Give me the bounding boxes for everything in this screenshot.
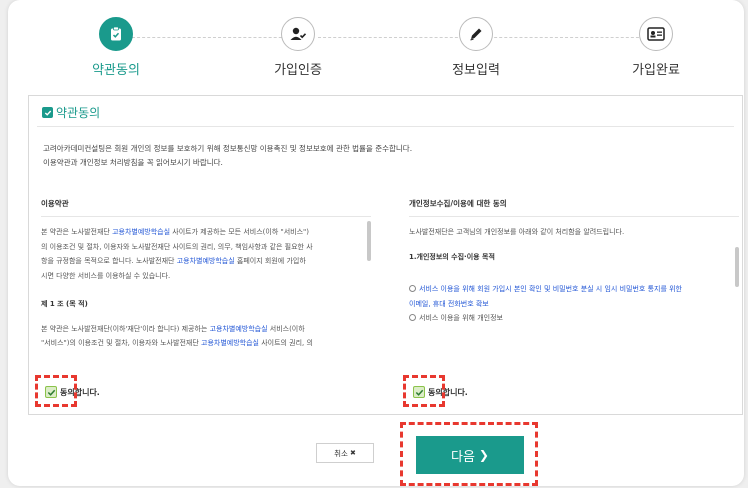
close-icon: ✖ [349,449,356,457]
scrollbar[interactable] [735,247,739,287]
next-button[interactable]: 다음 ❯ [416,436,524,474]
privacy-paragraph: 노사발전재단은 고객님의 개인정보를 아래와 같이 처리함을 알려드립니다. [409,228,625,236]
cancel-label: 취소 [334,448,348,458]
check-icon [42,107,53,118]
cancel-button[interactable]: 취소 ✖ [316,443,374,463]
id-card-icon [639,17,673,51]
intro-text: 고려아카데미컨설팅은 회원 개인의 정보를 보호하기 위해 정보통신망 이용촉진… [43,142,412,170]
intro-line: 고려아카데미컨설팅은 회원 개인의 정보를 보호하기 위해 정보통신망 이용촉진… [43,144,413,153]
step-info: 정보입력 [416,17,536,78]
terms-scrollbox[interactable]: 본 약관은 노사발전재단 고용차별예방학습실 사이트가 제공하는 모든 서비스(… [41,217,371,377]
chevron-right-icon: ❯ [478,448,489,462]
privacy-option: 서비스 이용을 위해 회원 가입시 본인 확인 및 비밀번호 분실 시 임시 비… [409,282,731,297]
intro-line: 이용약관과 개인정보 처리방침을 꼭 읽어보시기 바랍니다. [43,158,223,167]
privacy-option: 이메일, 휴대 전화번호 확보 [409,299,489,308]
terms-paragraph: 본 약관은 노사발전재단(이하'재단'이라 합니다) 제공하는 고용차별예방학습… [41,324,305,333]
terms-paragraph: 본 약관은 노사발전재단 고용차별예방학습실 사이트가 제공하는 모든 서비스(… [41,228,309,236]
privacy-subheading: 1.개인정보의 수집·이용 목적 [409,252,495,261]
radio-icon [409,314,416,321]
step-label: 약관동의 [92,63,140,78]
clipboard-check-icon [99,17,133,51]
step-indicator: 약관동의 가입인증 정보입력 가입완료 [8,0,744,86]
terms-panel: 약관동의 고려아카데미컨설팅은 회원 개인의 정보를 보호하기 위해 정보통신망… [28,95,743,415]
terms-paragraph: 시면 다양한 서비스를 이용하실 수 있습니다. [41,271,171,280]
terms-of-use-section: 이용약관 본 약관은 노사발전재단 고용차별예방학습실 사이트가 제공하는 모든… [41,188,371,377]
pencil-icon [459,17,493,51]
privacy-scrollbox[interactable]: 노사발전재단은 고객님의 개인정보를 아래와 같이 처리함을 알려드립니다. 1… [409,217,739,377]
step-label: 가입완료 [632,63,680,78]
terms-heading: 이용약관 [41,199,69,208]
radio-icon [409,285,416,292]
divider [37,126,734,127]
next-label: 다음 [451,449,475,465]
step-label: 가입인증 [274,63,322,78]
terms-paragraph: 항을 규정함을 목적으로 합니다. 노사발전재단 고용차별예방학습실 홈페이지 … [41,257,306,265]
article-heading: 제 1 조 (목 적) [41,300,88,308]
step-complete: 가입완료 [596,17,716,78]
privacy-section: 개인정보수집/이용에 대한 동의 노사발전재단은 고객님의 개인정보를 아래와 … [409,188,739,377]
user-check-icon [281,17,315,51]
panel-title-text: 약관동의 [56,106,101,120]
terms-paragraph: 의 이용조건 및 절차, 이용자와 노사발전재단 사이트의 권리, 의무, 책임… [41,242,313,251]
step-terms: 약관동의 [56,17,176,78]
privacy-option: 서비스 이용을 위해 개인정보 [409,311,731,326]
signup-card: 약관동의 가입인증 정보입력 가입완료 약관동의 고려아카데미컨설팅은 회원 개… [8,0,744,486]
privacy-heading: 개인정보수집/이용에 대한 동의 [409,199,507,208]
highlight-marker [35,375,77,407]
panel-title: 약관동의 [42,104,100,121]
terms-paragraph: "서비스")의 이용조건 및 절차, 이용자와 노사발전재단 고용차별예방학습실… [41,339,313,347]
step-verification: 가입인증 [238,17,358,78]
scrollbar[interactable] [367,221,371,261]
highlight-marker [403,375,445,407]
step-label: 정보입력 [452,63,500,78]
